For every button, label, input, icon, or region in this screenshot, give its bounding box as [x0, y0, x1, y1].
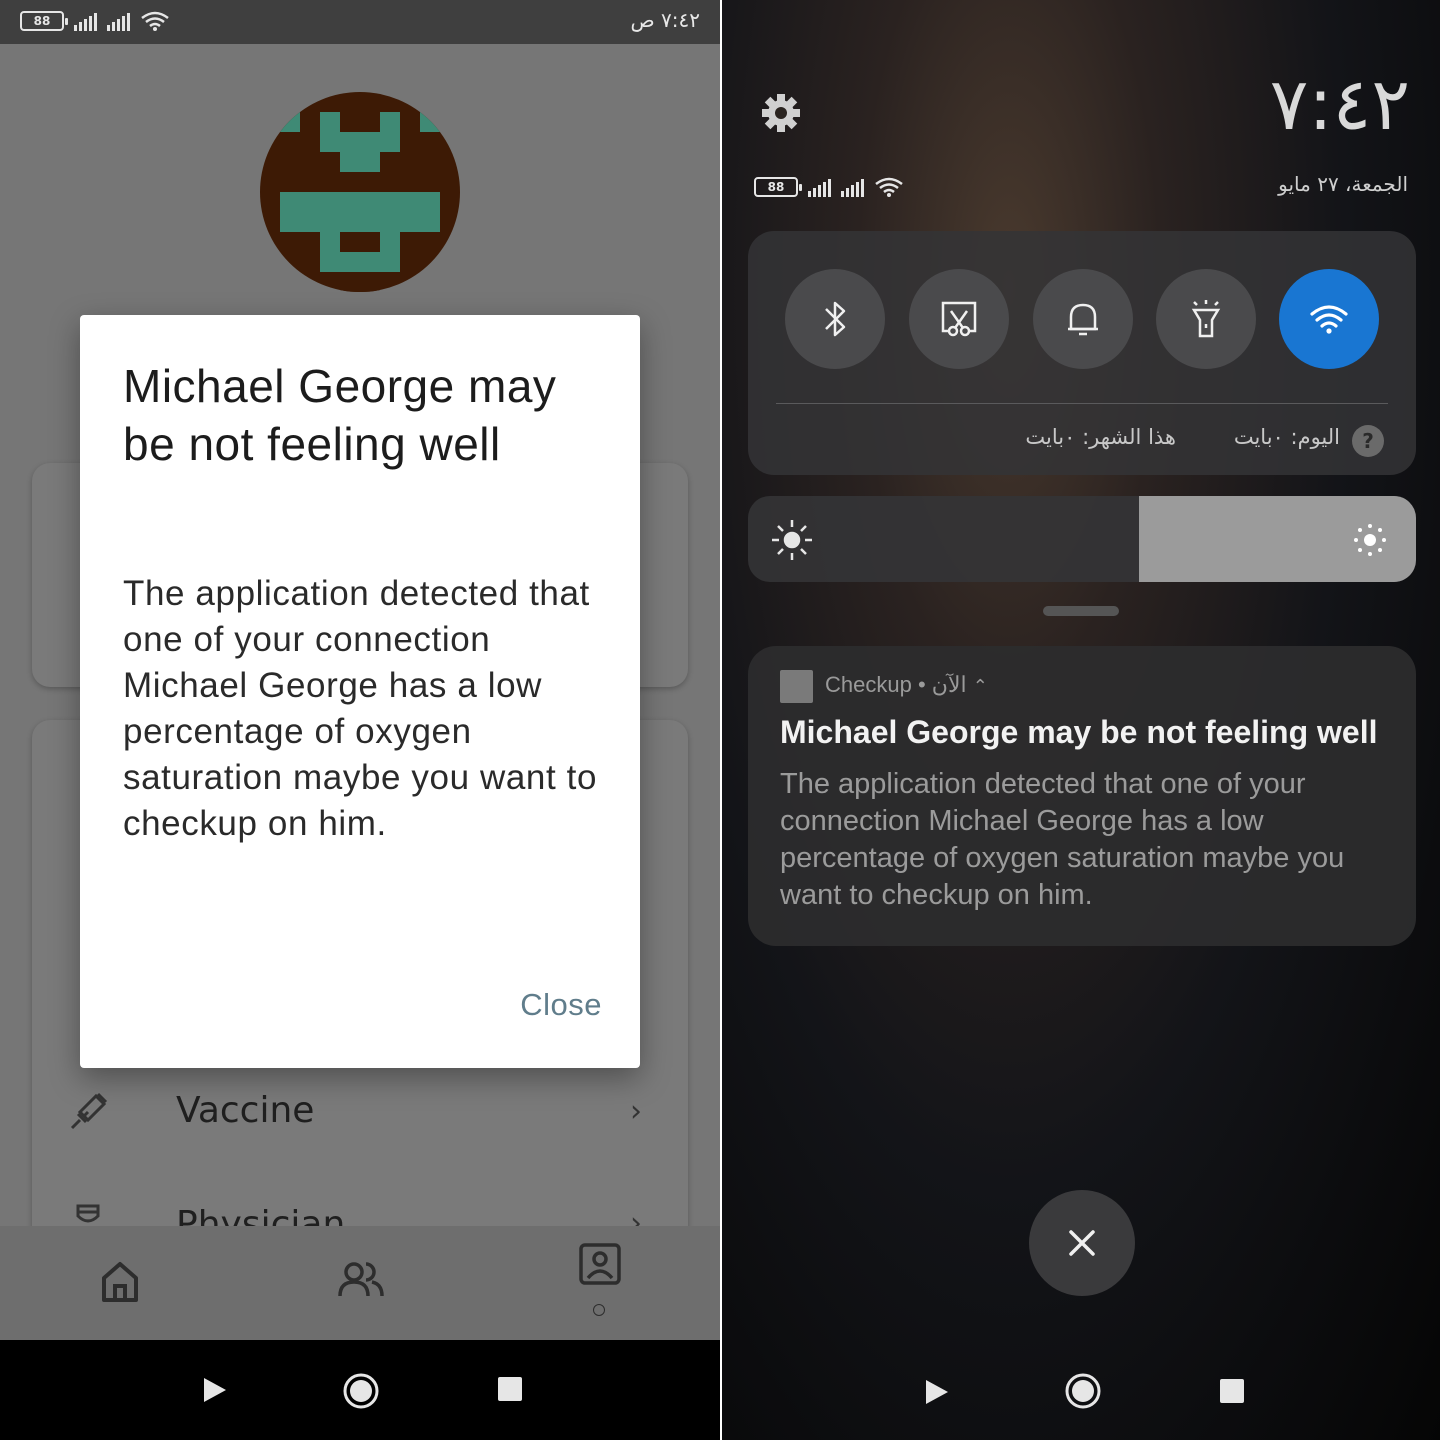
brightness-slider[interactable] [748, 496, 1416, 582]
clock: ٧:٤٢ [1269, 62, 1410, 146]
system-navigation-bar [722, 1340, 1440, 1440]
home-nav-icon[interactable] [1064, 1372, 1102, 1410]
recents-icon[interactable] [498, 1377, 522, 1401]
home-nav-icon[interactable] [342, 1372, 380, 1410]
notification-card[interactable]: Checkup • الآن ⌃ Michael George may be n… [748, 646, 1416, 946]
back-icon[interactable] [924, 1378, 950, 1406]
notification-time: الآن [931, 672, 967, 697]
bluetooth-toggle[interactable] [785, 269, 885, 369]
app-name: Checkup [825, 672, 912, 697]
dialog-title: Michael George may be not feeling well [123, 360, 557, 470]
quick-settings-panel: ? اليوم: ٠بايت هذا الشهر: ٠بايت [748, 231, 1416, 475]
clear-all-button[interactable] [1029, 1190, 1135, 1296]
back-icon[interactable] [202, 1376, 228, 1404]
bluetooth-icon [825, 301, 846, 337]
scissors-screenshot-icon [941, 301, 977, 337]
wifi-icon [875, 177, 903, 197]
close-icon [1069, 1230, 1095, 1256]
chevron-up-icon[interactable]: ⌃ [973, 676, 988, 696]
separator-dot: • [917, 672, 932, 697]
help-icon[interactable]: ? [1352, 425, 1384, 457]
flashlight-icon [1191, 300, 1221, 338]
app-screen: 88 ٧:٤٢ ص Vaccine › Physician › Michael … [0, 0, 720, 1440]
notification-title: Michael George may be not feeling well [780, 714, 1378, 750]
battery-level: 88 [767, 180, 785, 194]
flashlight-toggle[interactable] [1156, 269, 1256, 369]
bell-icon [1068, 303, 1098, 336]
close-button[interactable]: Close [520, 987, 602, 1023]
notification-header: Checkup • الآن ⌃ [825, 672, 988, 698]
brightness-low-icon [772, 520, 812, 560]
notification-shade: ٧:٤٢ الجمعة، ٢٧ مايو 88 ? اليوم: ٠بايت ه… [722, 0, 1440, 1440]
dialog-message: The application detected that one of you… [123, 574, 598, 843]
data-usage-month: هذا الشهر: ٠بايت [1025, 425, 1176, 449]
date: الجمعة، ٢٧ مايو [1278, 172, 1408, 196]
recents-icon[interactable] [1220, 1379, 1244, 1403]
signal-icon [808, 177, 831, 197]
battery-icon: 88 [754, 177, 802, 197]
notification-body: The application detected that one of you… [780, 768, 1345, 911]
alert-dialog: Michael George may be not feeling well T… [80, 315, 640, 1068]
signal-icon-2 [841, 177, 864, 197]
separator [776, 403, 1388, 404]
wifi-icon [1310, 305, 1348, 334]
drag-handle[interactable] [1043, 606, 1119, 616]
data-usage-today: اليوم: ٠بايت [1233, 425, 1340, 449]
brightness-high-icon [1354, 524, 1386, 556]
wifi-toggle[interactable] [1279, 269, 1379, 369]
screenshot-toggle[interactable] [909, 269, 1009, 369]
notification-sound-toggle[interactable] [1033, 269, 1133, 369]
gear-icon[interactable] [760, 92, 802, 134]
system-navigation-bar [0, 1340, 720, 1440]
status-icons: 88 [754, 176, 904, 198]
app-icon [780, 670, 813, 703]
